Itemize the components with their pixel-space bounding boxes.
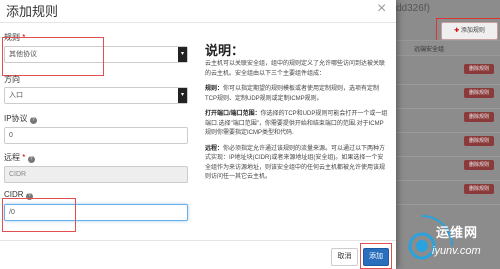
add-rule-modal: 添加规则 × 规则 * 其他协议 ▾ 方向 入口 ▾ IP协议 ? 0 远程 *… (0, 0, 396, 269)
table-row: 删除规则 (396, 132, 500, 157)
help-icon[interactable]: ? (27, 156, 35, 163)
description-rule: 规则：你可以指定期望的规则模板或者使用定制规则，选项有定制TCP规则、定制UDP… (205, 86, 380, 102)
help-icon[interactable]: ? (29, 117, 37, 124)
table-row: 删除规则 (396, 156, 500, 181)
table-row: 删除规则 (396, 84, 500, 109)
chevron-down-icon: ▾ (178, 47, 187, 62)
highlight-box-add (360, 243, 392, 269)
ip-protocol-input[interactable]: 0 (4, 127, 188, 144)
close-icon[interactable]: × (377, 0, 386, 18)
description-port: 打开端口/端口范围：你选择的TCP和UDP规则可能会打开一个或一组端口.选择"端… (205, 111, 388, 136)
cancel-button[interactable]: 取消 (331, 248, 358, 266)
delete-rule-button[interactable]: 删除规则 (464, 112, 494, 122)
add-rule-label: 添加规则 (460, 28, 485, 34)
table-row: 删除规则 (396, 60, 500, 85)
table-row: 删除规则 (396, 108, 500, 133)
direction-label: 方向 (4, 75, 20, 84)
ip-protocol-label: IP协议 ? (4, 113, 37, 124)
add-rule-button-background[interactable]: ✚ 添加规则 (441, 22, 498, 40)
highlight-box-cidr (2, 198, 76, 232)
watermark-text: 运维网 (436, 225, 479, 240)
ip-protocol-value: 0 (9, 132, 13, 139)
delete-rule-button[interactable]: 删除规则 (464, 88, 494, 98)
modal-header-divider (0, 22, 396, 23)
delete-rule-button[interactable]: 删除规则 (464, 136, 494, 146)
highlight-box-rule (2, 37, 104, 76)
description-remote: 远程：你必须指定允许通过该规则的流量来源。可以通过以下两种方式实现：IP地址块(… (205, 145, 386, 181)
remote-select-value: CIDR (9, 171, 27, 178)
delete-rule-button[interactable]: 删除规则 (464, 160, 494, 170)
modal-footer-divider (0, 240, 396, 241)
background-title: dd326f) (396, 3, 430, 14)
delete-rule-button[interactable]: 删除规则 (464, 184, 494, 194)
direction-select[interactable]: 入口 ▾ (4, 87, 188, 104)
delete-rule-button[interactable]: 删除规则 (464, 64, 494, 74)
description-body: 云主机可以关联安全组，组中的规则定义了允许哪些访问到达被关联的云主机。安全组由以… (205, 60, 388, 189)
table-row: 删除规则 (396, 180, 500, 205)
modal-title: 添加规则 (6, 4, 59, 19)
chevron-down-icon: ▾ (178, 88, 187, 103)
remote-select[interactable]: CIDR (4, 166, 188, 183)
direction-select-value: 入口 (9, 92, 23, 99)
watermark-url: iyunv.com (432, 245, 481, 257)
description-title: 说明： (205, 43, 245, 58)
column-remote-sg: 远端安全组 (414, 47, 445, 53)
description-intro: 云主机可以关联安全组，组中的规则定义了允许哪些访问到达被关联的云主机。安全组由以… (205, 61, 386, 77)
plus-icon: ✚ (454, 28, 460, 34)
remote-label: 远程 * ? (4, 152, 35, 163)
background-table-header: 远端安全组 (396, 40, 500, 56)
